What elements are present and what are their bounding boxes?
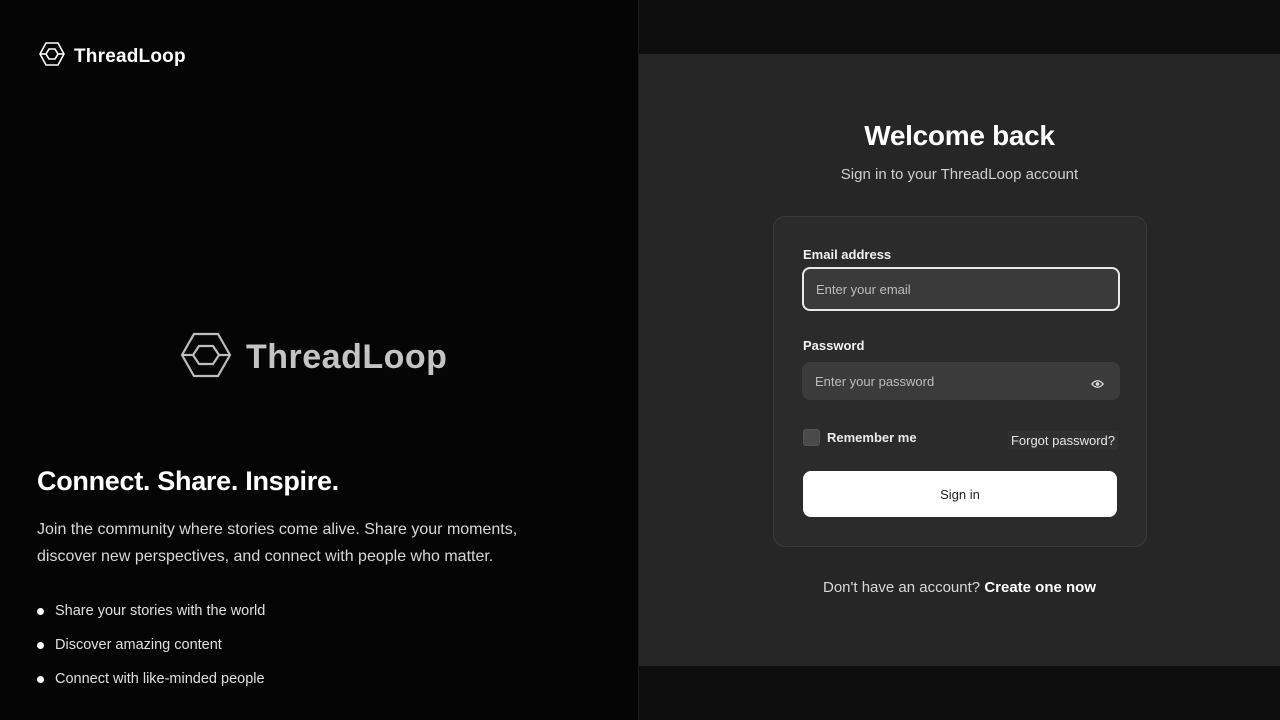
hexagon-loop-icon	[180, 331, 232, 384]
login-form: Email address Password Remember me Forgo…	[773, 216, 1147, 547]
tagline: Connect. Share. Inspire.	[37, 466, 339, 496]
email-label: Email address	[803, 247, 892, 262]
hero-logo: ThreadLoop	[180, 331, 447, 384]
create-account-link[interactable]: Create one now	[984, 579, 1096, 596]
header-brand[interactable]: ThreadLoop	[38, 40, 186, 73]
email-field[interactable]	[802, 267, 1120, 311]
feature-list: Share your stories with the world Discov…	[37, 594, 265, 696]
feature-text: Discover amazing content	[55, 637, 222, 653]
page-title: Welcome back	[864, 120, 1055, 151]
bullet-icon	[37, 607, 44, 615]
forgot-password-link[interactable]: Forgot password?	[1007, 431, 1118, 450]
page-subtitle: Sign in to your ThreadLoop account	[840, 166, 1079, 183]
bullet-icon	[37, 641, 44, 649]
list-item: Share your stories with the world	[37, 594, 265, 628]
list-item: Discover amazing content	[37, 628, 265, 662]
remember-label: Remember me	[827, 430, 917, 445]
signup-text: Don't have an account?	[822, 579, 981, 596]
remember-me[interactable]: Remember me	[803, 429, 917, 446]
password-field[interactable]	[802, 362, 1120, 400]
brand-description: Join the community where stories come al…	[37, 521, 518, 565]
list-item: Connect with like-minded people	[37, 662, 265, 696]
hero-brand-name: ThreadLoop	[246, 338, 448, 376]
login-container: Welcome back Sign in to your ThreadLoop …	[639, 54, 1280, 666]
feature-text: Share your stories with the world	[55, 603, 266, 619]
feature-text: Connect with like-minded people	[55, 671, 265, 687]
signup-prompt: Don't have an account? Create one now	[639, 579, 1280, 596]
login-panel: Welcome back Sign in to your ThreadLoop …	[639, 0, 1280, 720]
sign-in-button[interactable]: Sign in	[803, 471, 1117, 517]
remember-checkbox[interactable]	[803, 429, 820, 446]
login-page: ThreadLoop ThreadLoop Connect. Share. In…	[0, 0, 1280, 720]
bullet-icon	[37, 675, 44, 683]
brand-name: ThreadLoop	[74, 45, 186, 67]
hexagon-loop-icon	[38, 40, 66, 73]
password-label: Password	[803, 338, 865, 353]
eye-icon[interactable]	[1090, 377, 1104, 391]
brand-panel: ThreadLoop ThreadLoop Connect. Share. In…	[0, 0, 639, 720]
